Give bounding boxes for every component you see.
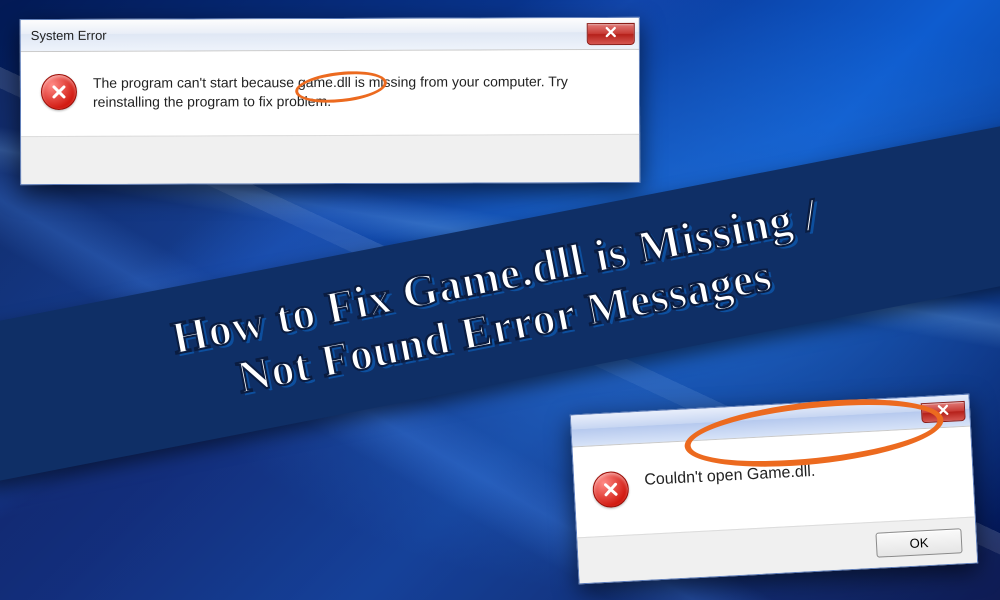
close-button[interactable] [921,400,966,422]
dialog-body: The program can't start because game.dll… [21,50,639,136]
error-icon [41,74,77,110]
system-error-dialog: System Error The program can't start bec… [20,17,641,185]
ok-button[interactable]: OK [875,528,962,557]
dialog-title [582,413,922,431]
close-icon [937,404,950,420]
couldnt-open-dialog: Couldn't open Game.dll. OK [570,394,978,585]
dialog-title: System Error [31,26,587,43]
dialog-footer [21,134,639,184]
close-icon [605,26,617,41]
titlebar[interactable]: System Error [21,18,639,52]
error-icon [592,471,630,509]
dialog-message: Couldn't open Game.dll. [644,461,817,506]
dialog-message: The program can't start because game.dll… [93,72,617,112]
close-button[interactable] [587,22,635,44]
